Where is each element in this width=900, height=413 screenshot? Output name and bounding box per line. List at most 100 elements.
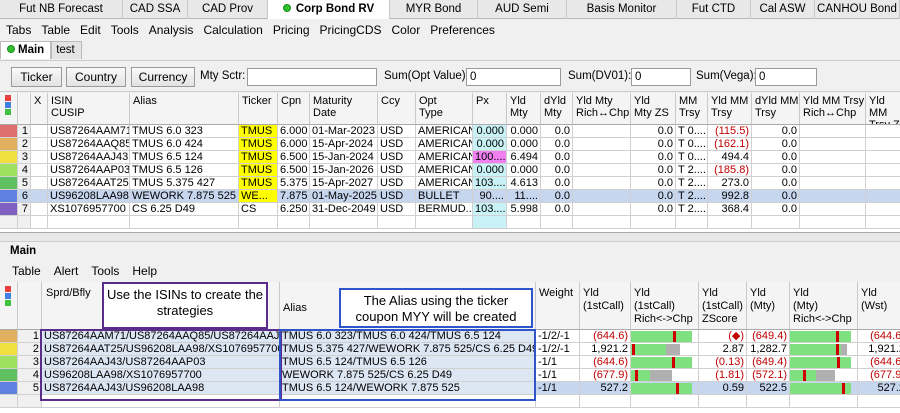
tab-fut-ctd[interactable]: Fut CTD	[677, 0, 751, 19]
yld-wst-cell[interactable]: (644.6)	[858, 330, 900, 343]
ccy-cell[interactable]: USD	[378, 177, 416, 190]
cpn-cell[interactable]: 6.000	[278, 138, 310, 151]
row-color-swatch[interactable]	[0, 190, 18, 203]
header-ticker[interactable]: Ticker	[239, 93, 278, 125]
splitter-bar[interactable]	[0, 233, 900, 241]
currency-button[interactable]: Currency	[131, 67, 195, 87]
dyld-mty-cell[interactable]: 0.0	[541, 177, 573, 190]
tab-cad-prov[interactable]: CAD Prov	[188, 0, 268, 19]
yld-mty-cell[interactable]: 6.494	[507, 151, 541, 164]
header-yld-mm-trsy-rich-chp[interactable]: Yld MM Trsy Rich↔Chp	[800, 93, 866, 125]
row-x-cell[interactable]	[31, 125, 48, 138]
row-number[interactable]: 1	[18, 330, 42, 343]
ccy-cell[interactable]: USD	[378, 190, 416, 203]
tab-basis-monitor[interactable]: Basis Monitor	[567, 0, 677, 19]
dyld-mty-cell[interactable]: 0.0	[541, 151, 573, 164]
yld-1stcall-zscore-cell[interactable]: 0.59	[699, 382, 747, 395]
row-number[interactable]: 6	[18, 190, 31, 203]
yld-mty-cell[interactable]: (649.4)	[747, 356, 790, 369]
row-color-swatch[interactable]	[0, 343, 18, 356]
opt-type-cell[interactable]: BULLET	[416, 190, 473, 203]
mm-trsy-cell[interactable]: T 0....	[676, 125, 708, 138]
yld-mty-rich-chp-cell[interactable]	[790, 343, 858, 356]
yld-mty-cell[interactable]: 0.000	[507, 138, 541, 151]
yld-1stcall-zscore-cell[interactable]: 2.87	[699, 343, 747, 356]
row-color-swatch[interactable]	[0, 369, 18, 382]
yld-1stcall-cell[interactable]: (644.6)	[580, 330, 631, 343]
tab-cad-ssa[interactable]: CAD SSA	[123, 0, 188, 19]
header-yld-mty[interactable]: Yld Mty	[507, 93, 541, 125]
yld-mm-trsy-rich-chp-cell[interactable]	[800, 164, 866, 177]
lower-tab-main[interactable]: Main	[10, 245, 36, 257]
ticker-cell[interactable]: TMUS	[239, 177, 278, 190]
menu-edit[interactable]: Edit	[74, 21, 105, 40]
opt-type-cell[interactable]: AMERICAN	[416, 138, 473, 151]
ccy-cell[interactable]: USD	[378, 125, 416, 138]
lower-menu-help[interactable]: Help	[121, 262, 159, 280]
yld-wst-cell[interactable]: (677.9)	[858, 369, 900, 382]
yld-mm-trsy-cell[interactable]: 992.8	[708, 190, 752, 203]
maturity-cell[interactable]: 01-Mar-2023	[310, 125, 378, 138]
weight-cell[interactable]: -1/2/-1	[536, 330, 580, 343]
yld-mm-trsy-cell[interactable]: 494.4	[708, 151, 752, 164]
yld-mm-trsy-rich-chp-cell[interactable]	[800, 138, 866, 151]
row-x-cell[interactable]	[31, 138, 48, 151]
dyld-mty-cell[interactable]: 0.0	[541, 203, 573, 216]
weight-cell[interactable]: -1/1	[536, 356, 580, 369]
yld-1stcall-rich-chp-cell[interactable]	[631, 356, 699, 369]
yld-mm-trsy-cell[interactable]: (115.5)	[708, 125, 752, 138]
isin-cell[interactable]: US87264AAP03	[48, 164, 130, 177]
yld-mm-trsy-z-cell[interactable]	[866, 190, 900, 203]
header-yld-mm-trsy-z[interactable]: Yld MM Trsy Z	[866, 93, 900, 125]
lower-menu-table[interactable]: Table	[0, 262, 43, 280]
opt-type-cell[interactable]: AMERICAN	[416, 177, 473, 190]
px-cell[interactable]: 0.000	[473, 164, 507, 177]
isin-cell[interactable]: US96208LAA98	[48, 190, 130, 203]
yld-mty-zs-cell[interactable]: 0.0	[631, 203, 676, 216]
mty-sctr-input[interactable]	[247, 68, 377, 86]
ticker-cell[interactable]: WE...	[239, 190, 278, 203]
dyld-mm-trsy-cell[interactable]: 0.0	[752, 151, 800, 164]
yld-mty-rich-chp-cell[interactable]	[573, 125, 631, 138]
yld-mm-trsy-cell[interactable]: 273.0	[708, 177, 752, 190]
yld-mty-cell[interactable]: (649.4)	[747, 330, 790, 343]
dyld-mty-cell[interactable]: 0.0	[541, 138, 573, 151]
yld-mty-rich-chp-cell[interactable]	[573, 164, 631, 177]
maturity-cell[interactable]: 15-Jan-2024	[310, 151, 378, 164]
menu-preferences[interactable]: Preferences	[424, 21, 499, 40]
row-number[interactable]: 4	[18, 164, 31, 177]
header-yld-1stcall[interactable]: Yld (1stCall)	[580, 282, 631, 330]
dyld-mm-trsy-cell[interactable]: 0.0	[752, 203, 800, 216]
yld-mty-cell[interactable]: 0.000	[507, 125, 541, 138]
header-isin[interactable]: ISIN CUSIP	[48, 93, 130, 125]
header-yld-mm-trsy[interactable]: Yld MM Trsy	[708, 93, 752, 125]
header-yld-mty[interactable]: Yld (Mty)	[747, 282, 790, 330]
mm-trsy-cell[interactable]: T 2....	[676, 190, 708, 203]
alias-cell[interactable]: TMUS 6.0 424	[130, 138, 239, 151]
yld-mty-zs-cell[interactable]: 0.0	[631, 190, 676, 203]
row-color-swatch[interactable]	[0, 382, 18, 395]
header-alias[interactable]: Alias	[130, 93, 239, 125]
yld-mm-trsy-cell[interactable]: (185.8)	[708, 164, 752, 177]
row-color-swatch[interactable]	[0, 151, 18, 164]
menu-pricingcds[interactable]: PricingCDS	[314, 21, 386, 40]
yld-mty-cell[interactable]: 522.5	[747, 382, 790, 395]
menu-calculation[interactable]: Calculation	[197, 21, 266, 40]
yld-mty-rich-chp-cell[interactable]	[573, 177, 631, 190]
yld-1stcall-zscore-cell[interactable]: (◆)	[699, 330, 747, 343]
dyld-mty-cell[interactable]: 0.0	[541, 164, 573, 177]
dyld-mm-trsy-cell[interactable]: 0.0	[752, 177, 800, 190]
yld-mm-trsy-rich-chp-cell[interactable]	[800, 151, 866, 164]
menu-analysis[interactable]: Analysis	[143, 21, 198, 40]
ticker-cell[interactable]: TMUS	[239, 125, 278, 138]
row-number[interactable]: 5	[18, 382, 42, 395]
header-ccy[interactable]: Ccy	[378, 93, 416, 125]
header-yld-mty-zs[interactable]: Yld Mty ZS	[631, 93, 676, 125]
yld-mty-cell[interactable]: 5.998	[507, 203, 541, 216]
row-color-swatch[interactable]	[0, 138, 18, 151]
tab-canhou-bond[interactable]: CANHOU Bond	[815, 0, 900, 19]
yld-mty-zs-cell[interactable]: 0.0	[631, 177, 676, 190]
menu-color[interactable]: Color	[386, 21, 425, 40]
header-yld-1stcall-zscore[interactable]: Yld (1stCall) ZScore	[699, 282, 747, 330]
row-number[interactable]: 2	[18, 343, 42, 356]
